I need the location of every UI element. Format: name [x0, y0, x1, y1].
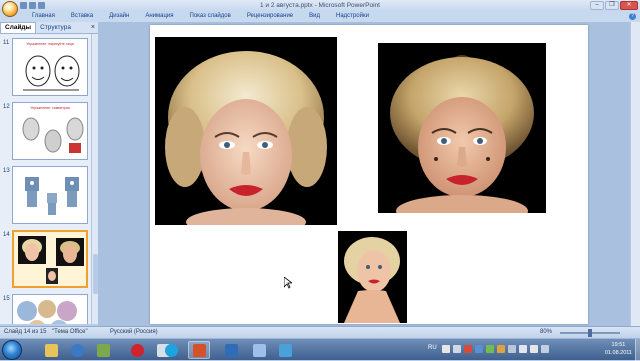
slide-number: 12	[3, 104, 10, 110]
slide-thumbnail[interactable]	[12, 166, 88, 224]
tab-review[interactable]: Рецензирование	[239, 12, 301, 22]
system-tray: RU 19:51 01.08.2011	[426, 339, 640, 361]
status-bar: Слайд 14 из 15 "Тема Office" Русский (Ро…	[0, 326, 640, 338]
slide-editor	[98, 22, 640, 326]
volume-icon[interactable]	[519, 345, 527, 353]
slide-thumbnail[interactable]: Упражнение: симметрия	[12, 102, 88, 160]
slides-panel: 11 Упражнение: нарисуйте лица 12 Упражне…	[0, 34, 98, 324]
slide-number: 11	[3, 40, 10, 46]
slide-thumbnail[interactable]: Упражнение: нарисуйте лица	[12, 38, 88, 96]
clock-time: 19:51	[611, 342, 626, 348]
window-title: 1 и 2 августа.pptx - Microsoft PowerPoin…	[260, 2, 380, 9]
clock-date: 01.08.2011	[604, 350, 632, 356]
slide-thumbnail-selected[interactable]	[12, 230, 88, 288]
opera-icon[interactable]	[126, 341, 148, 359]
photo-symmetric-face-left[interactable]	[155, 37, 337, 225]
tray-icons	[442, 345, 549, 353]
slide-thumbnail[interactable]	[12, 294, 88, 324]
slide-thumbnail-row[interactable]: 13	[0, 164, 90, 226]
explorer-icon[interactable]	[40, 341, 62, 359]
tab-insert[interactable]: Вставка	[63, 12, 101, 22]
photo-symmetric-face-right[interactable]	[378, 43, 546, 213]
tab-home[interactable]: Главная	[24, 12, 63, 22]
close-button[interactable]: ✕	[620, 1, 638, 10]
slide-number: 15	[3, 296, 10, 302]
skype-icon[interactable]	[160, 341, 182, 359]
tray-app-icon[interactable]	[497, 345, 505, 353]
slide-thumbnail-row[interactable]: 15	[0, 292, 90, 324]
start-button[interactable]	[2, 340, 22, 360]
photo-original-face[interactable]	[338, 231, 407, 323]
slide-number: 13	[3, 168, 10, 174]
tab-slideshow[interactable]: Показ слайдов	[182, 12, 239, 22]
flag-icon[interactable]	[530, 345, 538, 353]
network-monitor-icon[interactable]	[274, 341, 296, 359]
tab-addins[interactable]: Надстройки	[328, 12, 377, 22]
tray-app-icon[interactable]	[475, 345, 483, 353]
network-icon[interactable]	[508, 345, 516, 353]
slides-panel-tabs: Слайды Структура ×	[0, 22, 98, 34]
ribbon-tabs: Главная Вставка Дизайн Анимация Показ сл…	[0, 12, 640, 22]
collage-image	[17, 300, 77, 324]
face-photo	[390, 55, 534, 213]
face-photo	[165, 51, 327, 225]
clock[interactable]: 19:51 01.08.2011	[605, 341, 632, 357]
aero-icon[interactable]	[220, 341, 242, 359]
language-bar[interactable]: RU	[428, 345, 437, 351]
window-controls: – ❐ ✕	[590, 1, 638, 10]
tab-outline[interactable]: Структура	[36, 23, 75, 33]
tray-app-icon[interactable]	[486, 345, 494, 353]
mask-faces-image	[22, 117, 84, 153]
tab-view[interactable]: Вид	[301, 12, 328, 22]
text-editor-icon[interactable]	[248, 341, 270, 359]
editor-scrollbar[interactable]	[630, 22, 640, 326]
office-button[interactable]	[2, 1, 18, 17]
tab-design[interactable]: Дизайн	[101, 12, 137, 22]
minimize-button[interactable]: –	[590, 1, 604, 10]
taskbar: RU 19:51 01.08.2011	[0, 338, 640, 361]
slide-counter: Слайд 14 из 15	[4, 329, 47, 335]
tab-slides[interactable]: Слайды	[0, 22, 37, 33]
photos-icon[interactable]	[92, 341, 114, 359]
slide-thumbnail-row[interactable]: 11 Упражнение: нарисуйте лица	[0, 36, 90, 98]
current-slide[interactable]	[150, 25, 588, 324]
face-sketches-image	[23, 55, 80, 91]
slide-thumbnail-row[interactable]: 12 Упражнение: симметрия	[0, 100, 90, 162]
tray-app-icon[interactable]	[442, 345, 450, 353]
show-desktop-button[interactable]	[635, 339, 640, 361]
media-player-icon[interactable]	[66, 341, 88, 359]
zoom-level[interactable]: 80%	[540, 329, 552, 335]
slide-thumbnail-row[interactable]: 14	[0, 228, 90, 290]
powerpoint-icon[interactable]	[188, 341, 210, 359]
battery-icon[interactable]	[541, 345, 549, 353]
zoom-slider-knob[interactable]	[588, 329, 592, 337]
slide-number: 14	[3, 232, 10, 238]
tab-animation[interactable]: Анимация	[137, 12, 181, 22]
help-icon[interactable]: ?	[629, 13, 636, 20]
face-photo	[344, 237, 400, 323]
maximize-button[interactable]: ❐	[605, 1, 619, 10]
title-bar: 1 и 2 августа.pptx - Microsoft PowerPoin…	[0, 0, 640, 12]
tray-app-icon[interactable]	[464, 345, 472, 353]
robot-figures-image	[25, 177, 79, 215]
slides-panel-scrollbar[interactable]	[91, 34, 98, 324]
close-panel-icon[interactable]: ×	[91, 24, 95, 31]
theme-name[interactable]: "Тема Office"	[52, 329, 88, 335]
tray-app-icon[interactable]	[453, 345, 461, 353]
marilyn-faces-thumbnail	[18, 236, 84, 284]
zoom-slider[interactable]	[560, 329, 620, 337]
mouse-cursor-icon	[284, 277, 292, 289]
language-indicator[interactable]: Русский (Россия)	[110, 329, 158, 335]
